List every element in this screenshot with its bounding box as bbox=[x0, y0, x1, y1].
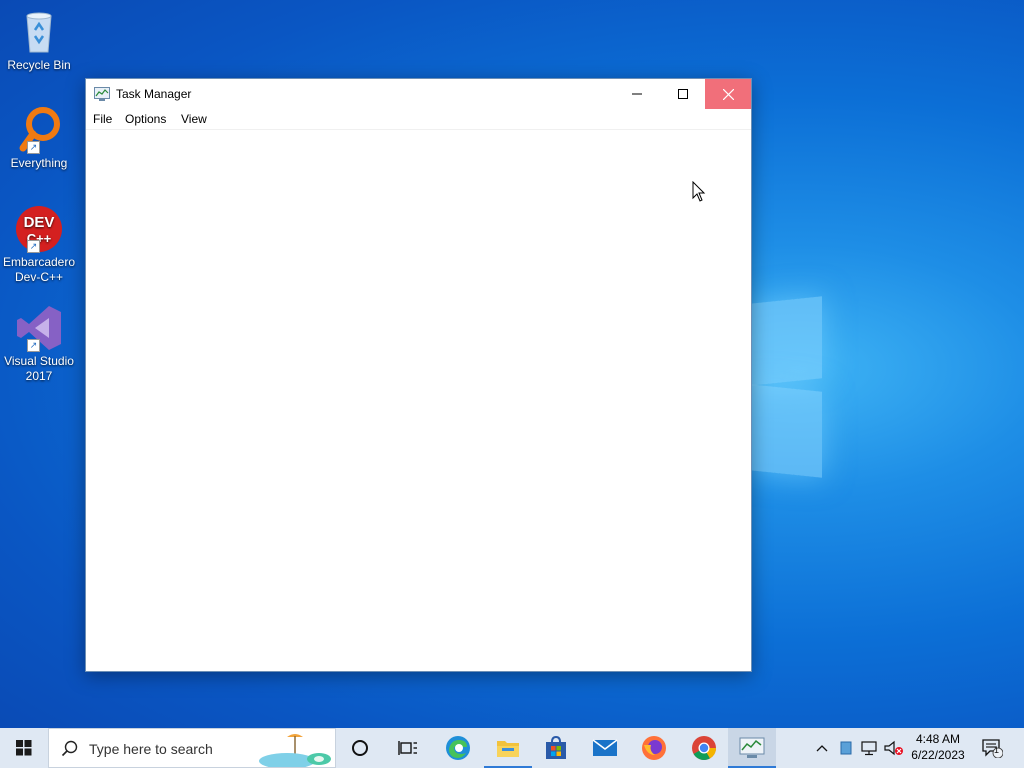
clock-time: 4:48 AM bbox=[915, 732, 961, 746]
desktop-icon-everything[interactable]: ↗ Everything bbox=[2, 106, 76, 171]
search-box[interactable]: Type here to search bbox=[48, 728, 336, 768]
desktop-icon-recycle-bin[interactable]: Recycle Bin bbox=[2, 8, 76, 73]
notification-center-icon bbox=[982, 739, 1003, 758]
firefox-icon bbox=[642, 736, 666, 760]
devcpp-logo-text-top: DEV bbox=[24, 214, 55, 231]
taskbar-store[interactable] bbox=[532, 728, 580, 768]
shortcut-arrow-icon: ↗ bbox=[27, 339, 40, 352]
cortana-button[interactable] bbox=[336, 728, 384, 768]
volume-button[interactable] bbox=[884, 738, 904, 758]
mail-icon bbox=[592, 739, 618, 756]
volume-muted-icon bbox=[884, 740, 903, 756]
desktop-icon-label: Embarcadero Dev-C++ bbox=[2, 255, 76, 284]
microsoft-store-icon bbox=[546, 736, 566, 759]
cortana-icon bbox=[352, 740, 368, 756]
taskbar-edge[interactable] bbox=[434, 728, 482, 768]
start-button[interactable] bbox=[0, 728, 48, 768]
window-titlebar[interactable]: Task Manager bbox=[86, 79, 751, 109]
shortcut-arrow-icon: ↗ bbox=[27, 141, 40, 154]
taskbar-clock[interactable]: 4:48 AM 6/22/2023 bbox=[904, 731, 972, 763]
taskbar: Type here to search 4:48 AM 6/22/2023 1 bbox=[0, 728, 1024, 768]
file-explorer-icon bbox=[497, 741, 519, 757]
task-manager-icon bbox=[94, 87, 110, 101]
menu-options[interactable]: Options bbox=[125, 112, 166, 126]
network-icon bbox=[861, 741, 877, 756]
menu-bar: File Options View bbox=[86, 109, 751, 130]
close-icon bbox=[722, 88, 734, 100]
visual-studio-icon: ↗ bbox=[15, 304, 63, 352]
window-title: Task Manager bbox=[116, 87, 192, 101]
chrome-icon bbox=[692, 736, 716, 761]
desktop-icon-label: Recycle Bin bbox=[7, 58, 71, 72]
taskbar-mail[interactable] bbox=[581, 728, 629, 768]
close-button[interactable] bbox=[705, 79, 751, 109]
taskbar-task-manager[interactable] bbox=[728, 728, 776, 768]
maximize-icon bbox=[678, 89, 688, 99]
everything-search-icon: ↗ bbox=[15, 106, 63, 154]
edge-icon bbox=[446, 736, 470, 760]
desktop-icon-devcpp[interactable]: DEV C++ ↗ Embarcadero Dev-C++ bbox=[2, 205, 76, 285]
devcpp-icon: DEV C++ ↗ bbox=[15, 205, 63, 253]
menu-file[interactable]: File bbox=[93, 112, 112, 126]
task-manager-window[interactable]: Task Manager File Options View bbox=[85, 78, 752, 672]
show-hidden-icons-button[interactable] bbox=[814, 738, 830, 758]
windows-start-icon bbox=[16, 740, 32, 756]
shortcut-arrow-icon: ↗ bbox=[27, 240, 40, 253]
taskbar-file-explorer[interactable] bbox=[484, 728, 532, 768]
network-button[interactable] bbox=[860, 738, 880, 758]
clock-date: 6/22/2023 bbox=[911, 748, 965, 762]
maximize-button[interactable] bbox=[660, 79, 706, 109]
minimize-icon bbox=[632, 93, 642, 95]
search-placeholder: Type here to search bbox=[89, 741, 213, 757]
task-view-icon bbox=[398, 741, 417, 755]
search-icon bbox=[61, 740, 78, 757]
notification-count-badge: 1 bbox=[994, 745, 1000, 755]
taskbar-chrome[interactable] bbox=[680, 728, 728, 768]
desktop-icon-label: Visual Studio 2017 bbox=[4, 354, 74, 383]
taskbar-firefox[interactable] bbox=[630, 728, 678, 768]
menu-view[interactable]: View bbox=[181, 112, 207, 126]
tray-app-button[interactable] bbox=[838, 738, 854, 758]
task-manager-icon bbox=[739, 737, 765, 758]
tray-app-icon bbox=[840, 741, 852, 755]
mouse-cursor-icon bbox=[692, 181, 706, 202]
search-highlight-icon bbox=[259, 734, 331, 767]
recycle-bin-icon bbox=[15, 8, 63, 56]
task-view-button[interactable] bbox=[384, 728, 432, 768]
desktop-icon-visual-studio[interactable]: ↗ Visual Studio 2017 bbox=[2, 304, 76, 384]
chevron-up-icon bbox=[816, 745, 828, 752]
desktop-icon-label: Everything bbox=[10, 156, 68, 170]
notifications-button[interactable]: 1 bbox=[980, 738, 1004, 758]
minimize-button[interactable] bbox=[614, 79, 660, 109]
